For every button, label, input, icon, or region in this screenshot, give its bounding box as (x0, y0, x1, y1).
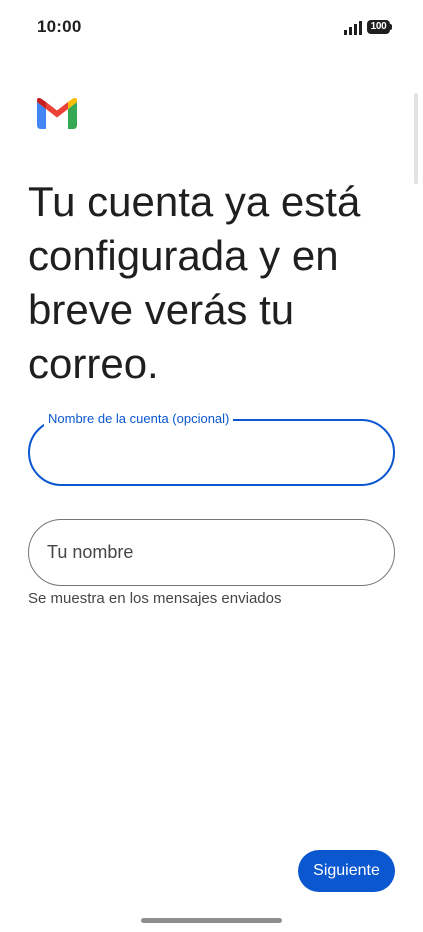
status-bar: 10:00 100 (0, 0, 423, 56)
your-name-helper-text: Se muestra en los mensajes enviados (28, 590, 282, 607)
account-name-field[interactable]: Nombre de la cuenta (opcional) (28, 411, 395, 486)
page-title: Tu cuenta ya está configurada y en breve… (28, 178, 361, 387)
your-name-input[interactable] (47, 520, 367, 585)
cellular-signal-icon (344, 21, 362, 35)
scrollbar-thumb[interactable] (414, 93, 418, 184)
account-name-input[interactable] (48, 421, 368, 484)
screen: 10:00 100 Tu cuenta ya está configurada … (0, 0, 423, 932)
battery-tip (390, 24, 392, 30)
next-button[interactable]: Siguiente (298, 850, 395, 892)
status-time: 10:00 (37, 17, 82, 36)
gmail-logo-icon (37, 98, 77, 129)
battery-level: 100 (367, 20, 390, 34)
battery-icon: 100 (367, 20, 393, 34)
your-name-field[interactable] (28, 519, 395, 586)
home-indicator[interactable] (141, 918, 282, 923)
